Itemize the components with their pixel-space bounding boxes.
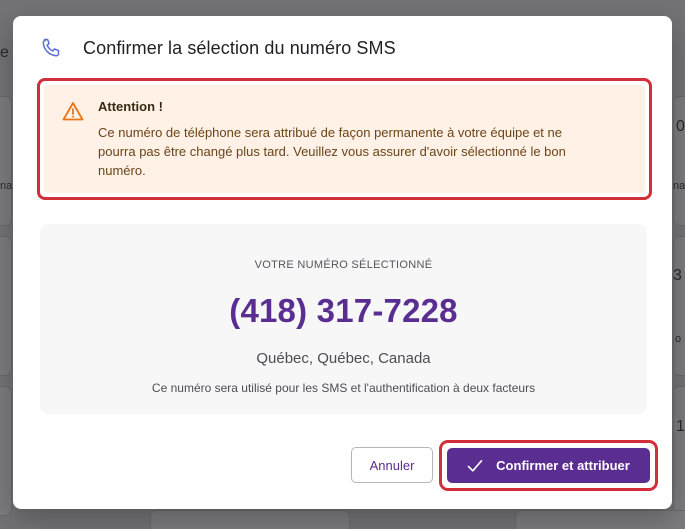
background-card [673, 96, 685, 226]
warning-highlight: Attention ! Ce numéro de téléphone sera … [37, 78, 652, 200]
phone-icon [39, 36, 63, 60]
warning-line: Ce numéro de téléphone sera attribué de … [98, 125, 562, 140]
dialog-title: Confirmer la sélection du numéro SMS [83, 37, 396, 58]
background-text: 3 [673, 267, 682, 284]
background-text: e [0, 44, 9, 61]
background-card [673, 236, 685, 376]
background-card [515, 510, 685, 529]
selected-phone-number: (418) 317-7228 [229, 292, 458, 329]
warning-line: pourra pas être changé plus tard. Veuill… [98, 144, 566, 159]
selected-number-label: VOTRE NUMÉRO SÉLECTIONNÉ [254, 259, 433, 271]
warning-line: numéro. [98, 163, 146, 178]
warning-alert: Attention ! Ce numéro de téléphone sera … [44, 85, 645, 193]
confirm-assign-label: Confirmer et attribuer [496, 458, 630, 473]
number-location: Québec, Québec, Canada [256, 350, 431, 367]
background-text: na [0, 180, 13, 192]
background-text: 1 [676, 418, 685, 435]
number-usage-note: Ce numéro sera utilisé pour les SMS et l… [151, 381, 536, 395]
background-card [0, 96, 12, 226]
warning-triangle-icon [62, 101, 84, 121]
confirm-assign-button[interactable]: Confirmer et attribuer [447, 448, 650, 483]
background-card [0, 386, 12, 516]
background-card [150, 510, 350, 529]
confirm-sms-dialog: Confirmer la sélection du numéro SMS Att… [13, 16, 672, 509]
dialog-header: Confirmer la sélection du numéro SMS [39, 36, 396, 60]
warning-title: Attention ! [98, 99, 163, 114]
background-card [0, 236, 12, 376]
check-icon [467, 459, 483, 473]
selected-number-panel: VOTRE NUMÉRO SÉLECTIONNÉ (418) 317-7228 … [40, 224, 647, 414]
warning-message: Ce numéro de téléphone sera attribué de … [98, 123, 631, 180]
cancel-button[interactable]: Annuler [351, 447, 433, 483]
background-text: o [675, 333, 682, 345]
background-text: 0 [676, 118, 685, 135]
background-text: nad [673, 180, 685, 192]
confirm-button-highlight: Confirmer et attribuer [439, 440, 658, 491]
background-card [673, 386, 685, 516]
